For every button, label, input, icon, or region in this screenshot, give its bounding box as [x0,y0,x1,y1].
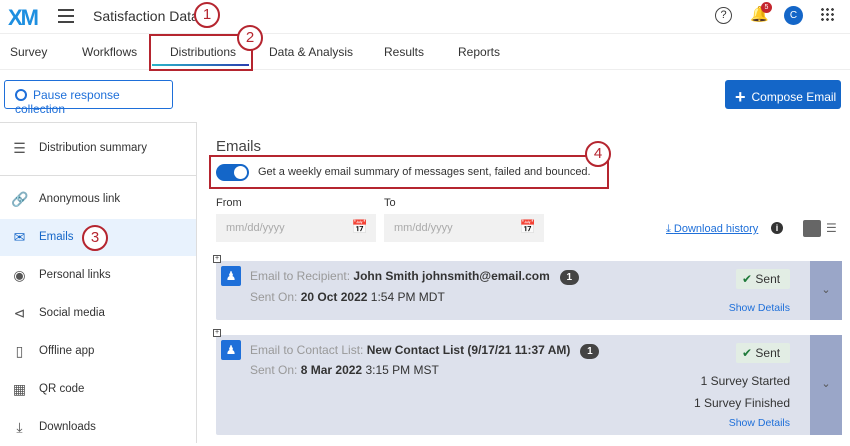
prohibited-icon [15,89,27,101]
envelope-icon: ✉ [13,229,26,245]
status-badge: ✔ Sent [736,343,790,363]
sidebar-item-offline-app[interactable]: ▯ Offline app [0,333,196,370]
sidebar-item-downloads[interactable]: ⤓ Downloads [0,409,196,446]
pause-response-collection-button[interactable]: Pause response collection [4,80,173,116]
download-icon: ⤓ [16,419,23,435]
recipient-icon: ♟ [221,266,241,286]
to-date-input[interactable]: mm/dd/yyyy 📅 [384,214,544,242]
calendar-icon[interactable]: 📅 [352,219,368,235]
list-icon: ☰ [13,140,26,156]
help-icon[interactable]: ? [715,7,732,24]
expand-icon[interactable]: + [213,255,221,263]
avatar[interactable]: C [784,6,803,25]
sidebar-item-distribution-summary[interactable]: ☰ Distribution summary [0,130,196,167]
calendar-icon[interactable]: 📅 [520,219,536,235]
tab-reports[interactable]: Reports [458,45,500,59]
project-title: Satisfaction Data [93,8,199,24]
tab-workflows[interactable]: Workflows [82,45,137,59]
share-icon: ⊲ [13,305,26,321]
emails-heading: Emails [216,138,262,155]
show-details-link[interactable]: Show Details [729,302,790,314]
top-header: XM Satisfaction Data ? 🔔 5 C [0,0,850,34]
count-badge: 1 [580,344,600,359]
weekly-summary-label: Get a weekly email summary of messages s… [258,166,591,178]
chevron-down-icon: ⌄ [821,284,831,296]
card-view-icon[interactable] [803,220,821,237]
contact-list-icon: ♟ [221,340,241,360]
surveys-started: 1 Survey Started [700,374,790,388]
apps-grid-icon[interactable] [820,7,835,22]
tab-bar: Survey Workflows Distributions Data & An… [0,34,850,70]
check-circle-icon: ✔ [742,272,753,286]
from-label: From [216,197,242,209]
expand-chevron-button[interactable]: ⌄ [810,261,842,320]
weekly-summary-toggle[interactable] [216,164,249,181]
show-details-link[interactable]: Show Details [729,417,790,429]
compose-email-button[interactable]: + Compose Email [725,80,841,109]
qr-icon: ▦ [12,381,27,397]
sidebar-item-qr-code[interactable]: ▦ QR code [0,371,196,408]
tab-results[interactable]: Results [384,45,424,59]
fingerprint-icon: ◉ [13,267,26,283]
tab-survey[interactable]: Survey [10,45,47,59]
expand-chevron-button[interactable]: ⌄ [810,335,842,435]
download-history-link[interactable]: ⤓ Download history [666,223,758,236]
email-card: + ♟ Email to Contact List: New Contact L… [213,329,842,435]
divider [0,175,196,176]
download-icon: ⤓ [666,223,674,235]
xm-logo[interactable]: XM [8,5,39,31]
hamburger-menu-icon[interactable] [58,9,74,27]
annotation-4: 4 [585,141,611,167]
status-badge: ✔ Sent [736,269,790,289]
notification-badge: 5 [761,2,772,13]
chevron-down-icon: ⌄ [821,378,831,390]
link-icon: 🔗 [11,191,29,207]
check-circle-icon: ✔ [742,346,753,360]
info-icon[interactable]: i [771,222,783,234]
count-badge: 1 [559,270,579,285]
annotation-3: 3 [82,225,108,251]
recipient: John Smith johnsmith@email.com [353,269,550,283]
sidebar-item-social-media[interactable]: ⊲ Social media [0,295,196,332]
to-label: To [384,197,396,209]
contact-list: New Contact List (9/17/21 11:37 AM) [366,343,571,357]
annotation-1: 1 [194,2,220,28]
annotation-2: 2 [237,25,263,51]
list-view-icon[interactable]: ☰ [826,221,837,235]
expand-icon[interactable]: + [213,329,221,337]
email-card: + ♟ Email to Recipient: John Smith johns… [213,255,842,320]
surveys-finished: 1 Survey Finished [693,396,790,410]
sidebar-item-anonymous-link[interactable]: 🔗 Anonymous link [0,181,196,218]
phone-icon: ▯ [15,343,24,359]
plus-icon: + [735,87,746,107]
sidebar: ☰ Distribution summary 🔗 Anonymous link ✉ E… [0,122,197,443]
from-date-input[interactable]: mm/dd/yyyy 📅 [216,214,376,242]
sidebar-item-personal-links[interactable]: ◉ Personal links [0,257,196,294]
tab-data-analysis[interactable]: Data & Analysis [269,45,353,59]
